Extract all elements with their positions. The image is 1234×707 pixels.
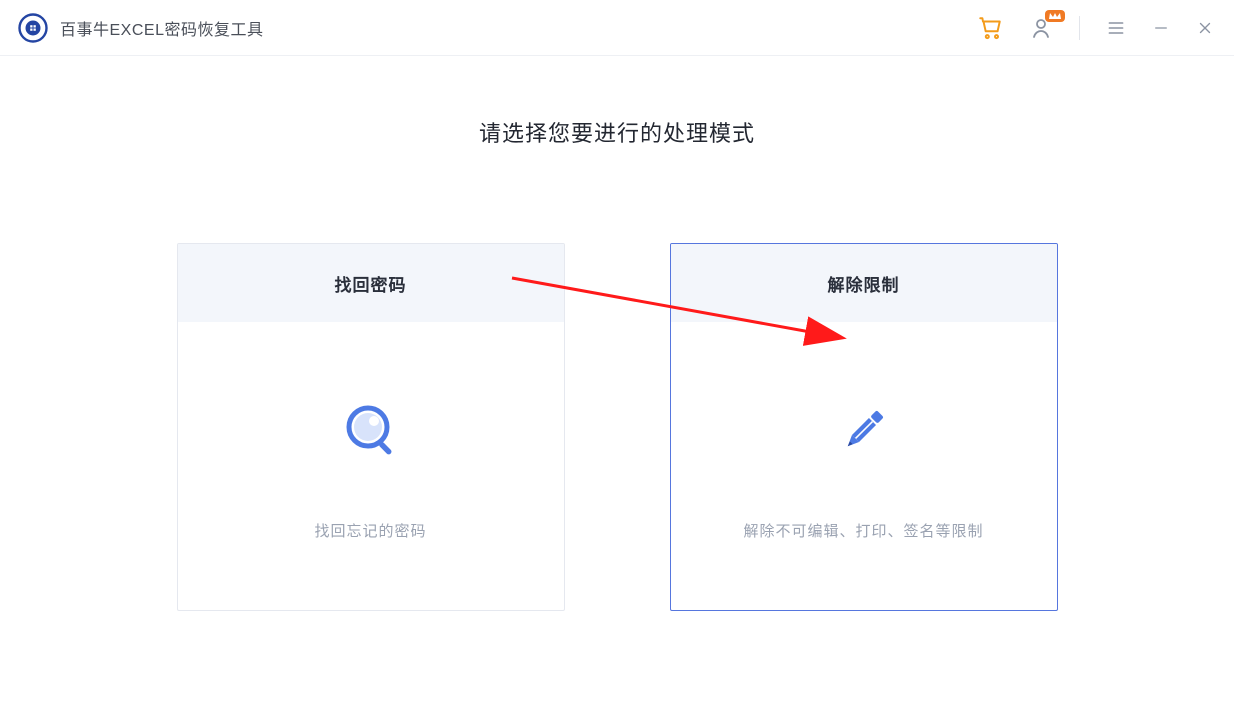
main: 请选择您要进行的处理模式 找回密码 找回忘记的密码 解除限制	[0, 56, 1234, 611]
minimize-button[interactable]	[1152, 19, 1170, 37]
app-logo	[18, 13, 48, 43]
card-recover-password[interactable]: 找回密码 找回忘记的密码	[177, 243, 565, 611]
titlebar-left: 百事牛EXCEL密码恢复工具	[18, 13, 263, 43]
titlebar-divider	[1079, 16, 1080, 40]
card-title: 解除限制	[671, 244, 1057, 322]
account-icon[interactable]	[1029, 16, 1053, 40]
card-desc: 找回忘记的密码	[314, 520, 426, 541]
card-title: 找回密码	[178, 244, 564, 322]
app-title: 百事牛EXCEL密码恢复工具	[60, 16, 263, 40]
card-desc: 解除不可编辑、打印、签名等限制	[743, 520, 983, 541]
close-button[interactable]	[1196, 19, 1214, 37]
titlebar: 百事牛EXCEL密码恢复工具	[0, 0, 1234, 56]
mode-cards: 找回密码 找回忘记的密码 解除限制	[0, 243, 1234, 611]
pencil-icon	[834, 400, 894, 460]
card-body: 解除不可编辑、打印、签名等限制	[671, 322, 1057, 610]
search-icon	[341, 400, 401, 460]
card-remove-restriction[interactable]: 解除限制 解除不可编辑、打印、签名等限制	[670, 243, 1058, 611]
cart-icon[interactable]	[977, 15, 1003, 41]
vip-badge-icon	[1045, 10, 1065, 22]
card-body: 找回忘记的密码	[178, 322, 564, 610]
menu-icon[interactable]	[1106, 18, 1126, 38]
page-heading: 请选择您要进行的处理模式	[0, 116, 1234, 148]
titlebar-right	[977, 15, 1214, 41]
